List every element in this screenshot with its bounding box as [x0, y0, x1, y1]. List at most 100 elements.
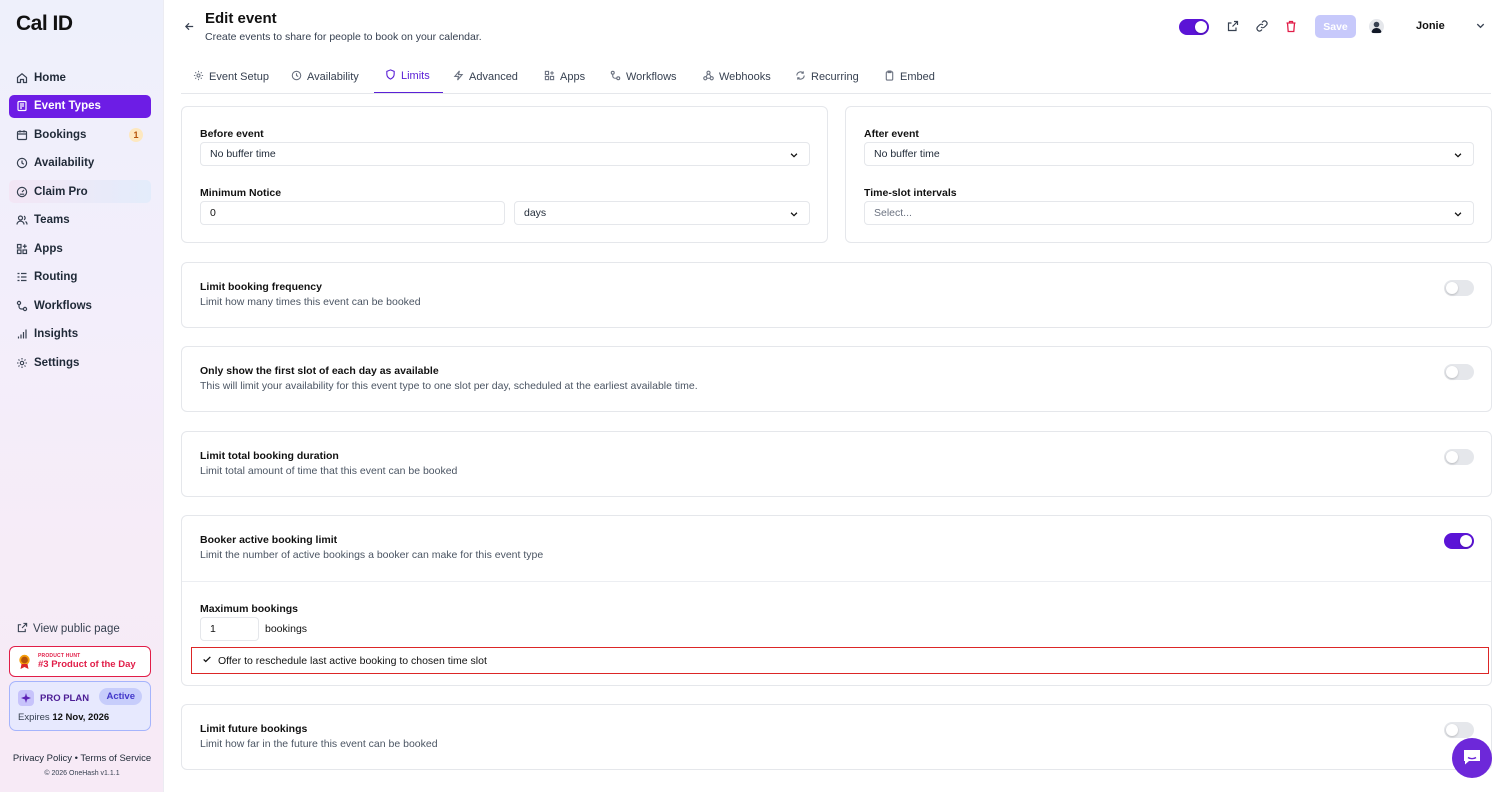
- event-tabs: Event Setup Availability Limits Advanced…: [181, 60, 1491, 94]
- tab-label: Limits: [401, 70, 430, 82]
- limit-frequency-toggle[interactable]: [1444, 280, 1474, 296]
- after-event-value: No buffer time: [874, 148, 940, 160]
- maximum-bookings-input[interactable]: 1: [200, 617, 259, 641]
- time-slot-intervals-label: Time-slot intervals: [864, 187, 957, 199]
- section-title: Only show the first slot of each day as …: [200, 365, 439, 377]
- bar-chart-icon: [16, 328, 28, 340]
- sidebar-item-label: Routing: [34, 271, 78, 283]
- footer-links[interactable]: Privacy Policy • Terms of Service: [0, 753, 164, 764]
- before-event-select[interactable]: No buffer time: [200, 142, 810, 166]
- view-public-page-link[interactable]: View public page: [17, 622, 120, 636]
- tab-label: Embed: [900, 70, 935, 83]
- section-description: Limit total amount of time that this eve…: [200, 465, 458, 477]
- sidebar-item-bookings[interactable]: Bookings 1: [9, 123, 151, 146]
- sidebar-item-label: Insights: [34, 328, 79, 340]
- sidebar-item-availability[interactable]: Availability: [9, 152, 151, 175]
- after-buffer-card: After event No buffer time Time-slot int…: [845, 106, 1492, 243]
- section-description: This will limit your availability for th…: [200, 380, 698, 392]
- before-event-label: Before event: [200, 128, 264, 140]
- tab-workflows[interactable]: Workflows: [610, 60, 677, 93]
- sparkle-icon: [18, 690, 34, 706]
- page-title: Edit event: [205, 10, 277, 27]
- chat-icon: [1462, 748, 1482, 769]
- sidebar-item-claim-pro[interactable]: Claim Pro: [9, 180, 151, 203]
- minimum-notice-input[interactable]: 0: [200, 201, 505, 225]
- footer-copyright: © 2026 OneHash v1.1.1: [44, 770, 120, 777]
- chevron-down-icon: [1453, 150, 1463, 163]
- sidebar-item-label: Bookings: [34, 128, 87, 141]
- save-button[interactable]: Save: [1315, 15, 1356, 38]
- webhook-icon: [703, 70, 714, 84]
- event-types-icon: [16, 100, 28, 112]
- tab-label: Advanced: [469, 70, 518, 83]
- sidebar-item-teams[interactable]: Teams: [9, 209, 151, 232]
- chevron-down-icon: [1453, 209, 1463, 222]
- external-link-icon[interactable]: [1226, 19, 1240, 33]
- product-hunt-badge[interactable]: PRODUCT HUNT #3 Product of the Day: [9, 646, 151, 677]
- event-hidden-toggle[interactable]: [1179, 19, 1209, 35]
- section-description: Limit the number of active bookings a bo…: [200, 549, 544, 561]
- tab-label: Availability: [307, 70, 359, 83]
- sidebar-item-routing[interactable]: Routing: [9, 266, 151, 289]
- limit-duration-toggle[interactable]: [1444, 449, 1474, 465]
- sidebar-item-event-types[interactable]: Event Types: [9, 94, 151, 118]
- limit-future-toggle[interactable]: [1444, 722, 1474, 738]
- sidebar-item-label: Workflows: [34, 299, 92, 312]
- section-title: Booker active booking limit: [200, 534, 338, 546]
- chevron-down-icon: [789, 209, 799, 222]
- avatar[interactable]: [1369, 19, 1384, 34]
- chevron-down-icon[interactable]: [1475, 20, 1486, 34]
- chevron-down-icon: [789, 150, 799, 163]
- users-icon: [16, 214, 28, 226]
- tab-availability[interactable]: Availability: [291, 60, 359, 93]
- chat-support-button[interactable]: [1452, 738, 1492, 778]
- home-icon: [16, 72, 28, 84]
- first-slot-toggle[interactable]: [1444, 364, 1474, 380]
- tab-limits[interactable]: Limits: [374, 60, 443, 93]
- first-slot-card: Only show the first slot of each day as …: [181, 346, 1492, 412]
- app-logo[interactable]: Cal ID: [16, 12, 73, 36]
- section-title: Limit booking frequency: [200, 281, 322, 293]
- tab-label: Event Setup: [209, 70, 269, 83]
- sidebar-item-label: Teams: [34, 214, 70, 226]
- sidebar-item-home[interactable]: Home: [9, 66, 151, 89]
- reschedule-option-checkbox[interactable]: Offer to reschedule last active booking …: [191, 647, 1489, 674]
- sidebar-item-label: Availability: [34, 157, 95, 169]
- grid-plus-icon: [16, 243, 28, 255]
- medal-icon: [18, 654, 31, 670]
- tab-embed[interactable]: Embed: [884, 60, 935, 93]
- sidebar-item-workflows[interactable]: Workflows: [9, 294, 151, 317]
- time-slot-intervals-placeholder: Select...: [874, 207, 912, 219]
- gear-icon: [16, 357, 28, 369]
- time-slot-intervals-select[interactable]: Select...: [864, 201, 1474, 225]
- user-name[interactable]: Jonie: [1416, 20, 1445, 32]
- tab-label: Recurring: [811, 70, 859, 83]
- sidebar-item-settings[interactable]: Settings: [9, 351, 151, 374]
- workflow-icon: [610, 70, 621, 84]
- repeat-icon: [795, 70, 806, 84]
- active-booking-limit-toggle[interactable]: [1444, 533, 1474, 549]
- calendar-icon: [16, 129, 28, 141]
- trash-icon[interactable]: [1284, 19, 1298, 33]
- after-event-select[interactable]: No buffer time: [864, 142, 1474, 166]
- external-link-icon: [17, 622, 28, 636]
- limit-duration-card: Limit total booking duration Limit total…: [181, 431, 1492, 497]
- tab-webhooks[interactable]: Webhooks: [703, 60, 771, 93]
- before-buffer-card: Before event No buffer time Minimum Noti…: [181, 106, 828, 243]
- minimum-notice-unit-value: days: [524, 207, 547, 219]
- link-icon[interactable]: [1255, 19, 1269, 33]
- tab-advanced[interactable]: Advanced: [453, 60, 518, 93]
- minimum-notice-unit-select[interactable]: days: [514, 201, 810, 225]
- sidebar-item-insights[interactable]: Insights: [9, 323, 151, 346]
- clock-icon: [291, 70, 302, 84]
- grid-plus-icon: [544, 70, 555, 84]
- tab-recurring[interactable]: Recurring: [795, 60, 859, 93]
- sidebar-item-apps[interactable]: Apps: [9, 237, 151, 260]
- clock-icon: [16, 157, 28, 169]
- back-arrow-icon[interactable]: [184, 20, 195, 35]
- view-public-page-label: View public page: [33, 623, 120, 635]
- section-description: Limit how many times this event can be b…: [200, 296, 421, 308]
- tab-event-setup[interactable]: Event Setup: [193, 60, 269, 93]
- tab-apps[interactable]: Apps: [544, 60, 585, 93]
- pro-plan-title: PRO PLAN: [40, 692, 90, 704]
